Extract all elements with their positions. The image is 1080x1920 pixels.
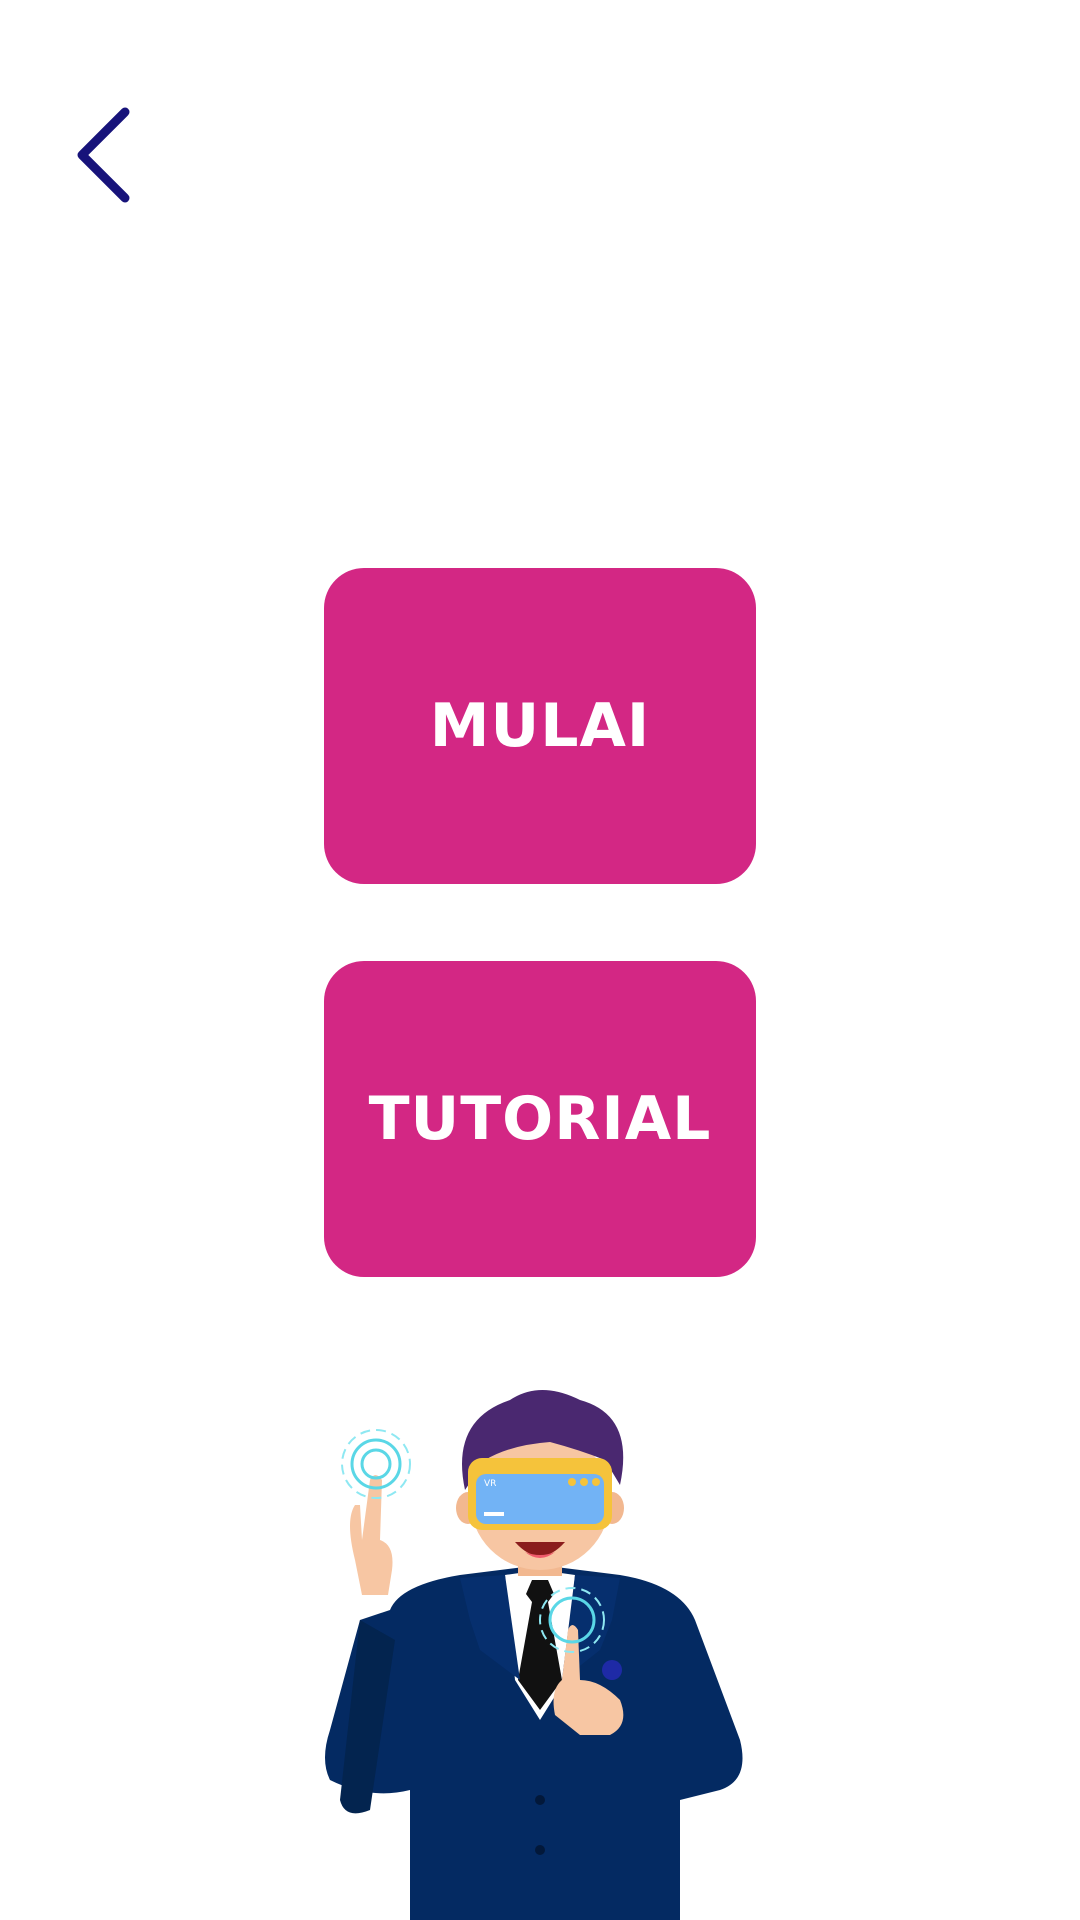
headset-text: VR <box>484 1479 496 1489</box>
home-screen: MULAI TUTORIAL VR <box>0 0 1080 1920</box>
start-button[interactable]: MULAI <box>324 568 756 884</box>
tutorial-button[interactable]: TUTORIAL <box>324 961 756 1277</box>
back-button[interactable] <box>70 100 150 210</box>
lapel-pin <box>602 1660 622 1680</box>
vr-character-illustration: VR <box>325 1390 743 1920</box>
chevron-left-icon <box>77 107 130 203</box>
start-button-label: MULAI <box>429 691 651 761</box>
left-hand <box>350 1475 393 1595</box>
tutorial-button-label: TUTORIAL <box>368 1084 712 1154</box>
